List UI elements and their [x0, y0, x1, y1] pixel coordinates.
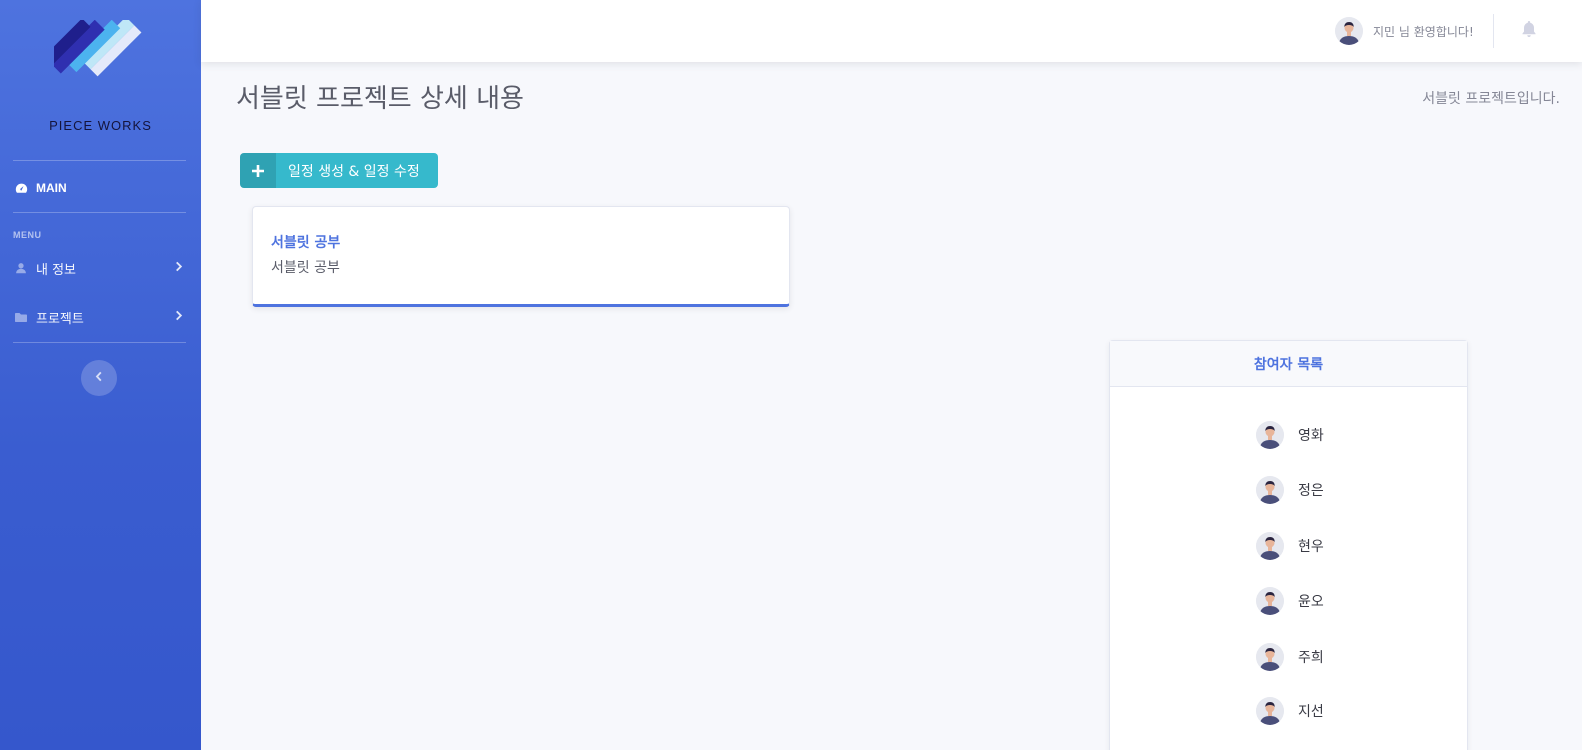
add-schedule-button[interactable]: 일정 생성 & 일정 수정	[240, 153, 438, 188]
sidebar-item-label: MAIN	[36, 181, 67, 195]
sidebar-divider	[13, 160, 186, 161]
bell-icon[interactable]	[1521, 20, 1541, 40]
welcome-text: 지민 님 환영합니다!	[1373, 24, 1474, 39]
sidebar-item-main[interactable]: MAIN	[0, 173, 201, 203]
topbar: 지민 님 환영합니다!	[201, 0, 1582, 62]
participants-header: 참여자 목록	[1110, 341, 1467, 387]
task-title[interactable]: 서블릿 공부	[271, 232, 340, 252]
sidebar-item-my-info[interactable]: 내 정보	[0, 253, 201, 283]
user-icon	[14, 261, 28, 275]
list-item: 지선	[1256, 695, 1324, 727]
avatar	[1256, 697, 1284, 725]
page-title: 서블릿 프로젝트 상세 내용	[236, 84, 524, 114]
list-item: 정은	[1256, 474, 1324, 506]
participant-name: 현우	[1298, 539, 1324, 555]
participant-name: 지선	[1298, 704, 1324, 720]
participants-panel: 참여자 목록 영화 정은 현우 윤오 주희 지선	[1109, 340, 1468, 750]
user-menu[interactable]: 지민 님 환영합니다!	[1335, 15, 1474, 47]
topbar-divider	[1493, 14, 1494, 48]
participant-name: 주희	[1298, 650, 1324, 666]
avatar	[1256, 643, 1284, 671]
list-item: 주희	[1256, 641, 1324, 673]
brand-name: PIECE WORKS	[49, 118, 152, 133]
avatar	[1256, 421, 1284, 449]
avatar	[1256, 476, 1284, 504]
brand-logo	[54, 20, 142, 77]
task-card[interactable]: 서블릿 공부 서블릿 공부	[252, 206, 790, 307]
sidebar-item-projects[interactable]: 프로젝트	[0, 302, 201, 332]
add-schedule-label: 일정 생성 & 일정 수정	[288, 163, 420, 180]
participant-name: 윤오	[1298, 594, 1324, 610]
chevron-right-icon	[175, 310, 183, 324]
page-description: 서블릿 프로젝트입니다.	[1422, 91, 1560, 107]
avatar	[1256, 532, 1284, 560]
plus-icon	[240, 153, 276, 188]
participant-name: 정은	[1298, 483, 1324, 499]
sidebar: PIECE WORKS MAIN MENU 내 정보 프로젝트	[0, 0, 201, 750]
sidebar-heading: MENU	[13, 230, 42, 240]
folder-icon	[14, 310, 28, 324]
avatar	[1256, 587, 1284, 615]
chevron-left-icon	[95, 370, 103, 386]
list-item: 영화	[1256, 419, 1324, 451]
avatar	[1335, 17, 1363, 45]
sidebar-toggle-button[interactable]	[81, 360, 117, 396]
list-item: 윤오	[1256, 585, 1324, 617]
sidebar-item-label: 프로젝트	[36, 311, 84, 327]
brand[interactable]: PIECE WORKS	[0, 0, 201, 160]
participant-name: 영화	[1298, 428, 1324, 444]
sidebar-item-label: 내 정보	[36, 262, 77, 278]
sidebar-divider	[13, 342, 186, 343]
list-item: 현우	[1256, 530, 1324, 562]
dashboard-icon	[14, 181, 28, 195]
task-description: 서블릿 공부	[271, 260, 340, 276]
chevron-right-icon	[175, 261, 183, 275]
sidebar-divider	[13, 212, 186, 213]
